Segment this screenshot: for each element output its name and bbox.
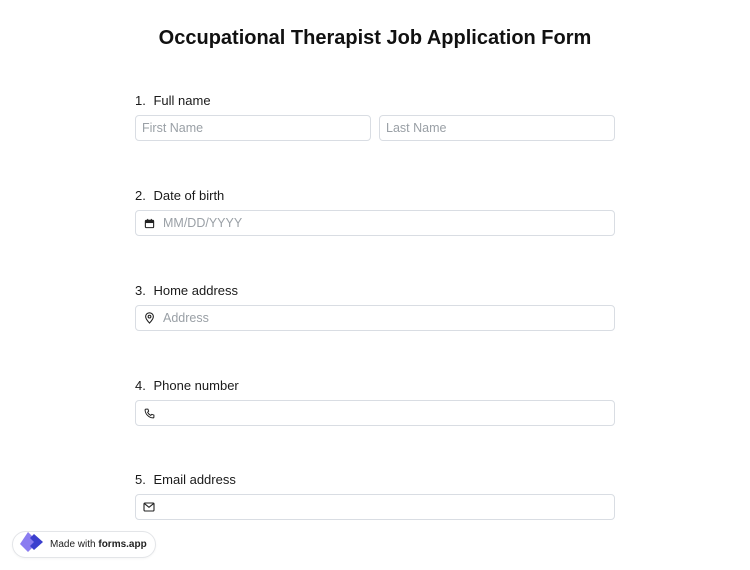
question-email-address: 5. Email address	[135, 471, 615, 520]
badge-brand: forms.app	[98, 539, 147, 550]
question-text: Email address	[153, 472, 236, 487]
home-address-input[interactable]	[155, 306, 614, 330]
question-number: 5.	[135, 472, 146, 487]
question-label: 4. Phone number	[135, 377, 615, 395]
question-date-of-birth: 2. Date of birth	[135, 187, 615, 236]
email-address-input[interactable]	[155, 495, 614, 519]
badge-prefix: Made with	[50, 539, 96, 550]
question-label: 5. Email address	[135, 471, 615, 489]
question-full-name: 1. Full name	[135, 92, 615, 141]
question-number: 3.	[135, 283, 146, 298]
question-text: Home address	[153, 283, 239, 298]
location-pin-icon	[143, 312, 155, 324]
phone-number-field[interactable]	[135, 400, 615, 426]
first-name-input[interactable]	[136, 116, 370, 140]
question-label: 1. Full name	[135, 92, 615, 110]
calendar-icon	[143, 217, 155, 229]
badge-label: Made with forms.app	[50, 539, 147, 550]
last-name-input[interactable]	[380, 116, 614, 140]
envelope-icon	[143, 501, 155, 513]
date-of-birth-input[interactable]	[155, 211, 614, 235]
form-page: Occupational Therapist Job Application F…	[0, 0, 750, 570]
question-label: 3. Home address	[135, 282, 615, 300]
question-number: 1.	[135, 93, 146, 108]
question-number: 4.	[135, 378, 146, 393]
question-text: Date of birth	[153, 188, 225, 203]
question-number: 2.	[135, 188, 146, 203]
home-address-field[interactable]	[135, 305, 615, 331]
question-phone-number: 4. Phone number	[135, 377, 615, 426]
question-home-address: 3. Home address	[135, 282, 615, 331]
first-name-field[interactable]	[135, 115, 371, 141]
made-with-forms-app-badge[interactable]: Made with forms.app	[12, 531, 156, 558]
email-address-field[interactable]	[135, 494, 615, 520]
last-name-field[interactable]	[379, 115, 615, 141]
date-of-birth-field[interactable]	[135, 210, 615, 236]
phone-icon	[143, 407, 155, 419]
phone-number-input[interactable]	[155, 401, 614, 425]
question-label: 2. Date of birth	[135, 187, 615, 205]
form-title: Occupational Therapist Job Application F…	[158, 27, 592, 49]
question-text: Phone number	[153, 378, 239, 393]
forms-app-logo-icon	[19, 531, 45, 558]
question-text: Full name	[153, 93, 211, 108]
